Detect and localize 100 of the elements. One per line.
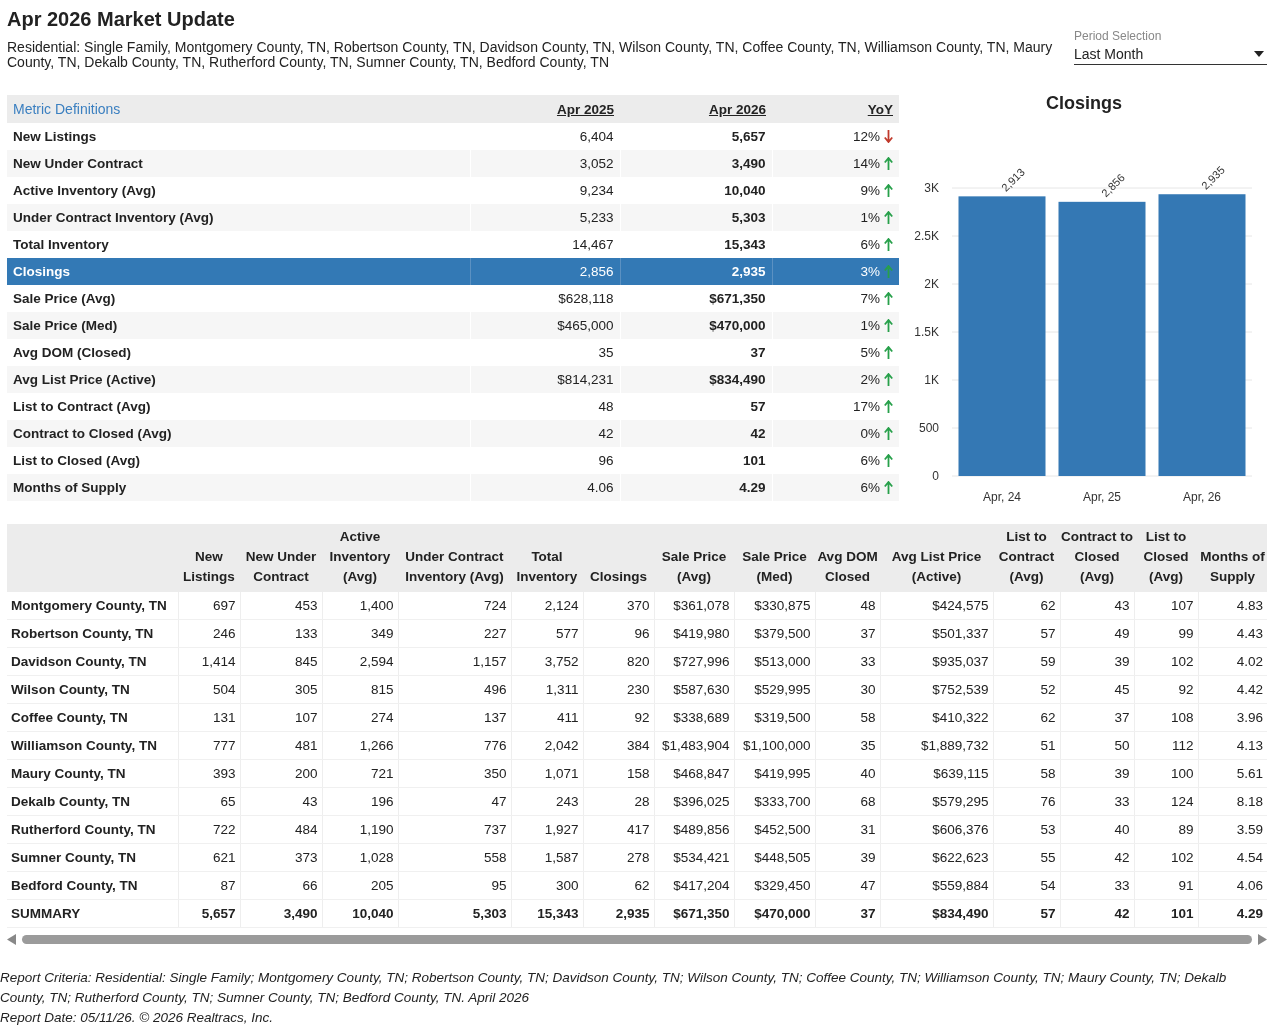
table-cell: 577 — [511, 619, 583, 648]
table-cell: 4.13 — [1198, 731, 1267, 760]
table-cell: $452,500 — [734, 815, 815, 844]
table-cell: 227 — [398, 619, 511, 648]
scroll-left-icon[interactable] — [7, 933, 16, 945]
table-cell: 30 — [815, 675, 880, 704]
table-cell: 4.29 — [1198, 899, 1267, 928]
table-cell: 33 — [815, 647, 880, 676]
table-cell: 43 — [240, 787, 322, 816]
table-cell: 48 — [815, 592, 880, 620]
table-cell: 108 — [1134, 703, 1198, 732]
table-cell: $424,575 — [880, 592, 993, 620]
column-header: List to Contract (Avg) — [993, 524, 1060, 592]
table-cell: 1,266 — [322, 731, 398, 760]
metric-row[interactable]: Sale Price (Med) $465,000 $470,000 1% — [7, 312, 899, 339]
table-cell: 92 — [583, 703, 654, 732]
table-cell: 53 — [993, 815, 1060, 844]
table-cell: 246 — [178, 619, 240, 648]
table-cell: 5.61 — [1198, 759, 1267, 788]
caret-icon — [1254, 51, 1264, 57]
table-cell: 54 — [993, 871, 1060, 900]
bar[interactable] — [1158, 194, 1246, 476]
yoy-value: 12% — [852, 128, 880, 145]
period-dropdown[interactable]: Last Month — [1074, 43, 1267, 65]
yoy-value: 9% — [860, 182, 880, 199]
summary-label: SUMMARY — [7, 899, 178, 928]
table-cell: 2,856 — [470, 258, 620, 285]
table-cell: 3,752 — [511, 647, 583, 676]
table-cell: 4.83 — [1198, 592, 1267, 620]
table-cell: 697 — [178, 592, 240, 620]
table-cell: 37 — [815, 899, 880, 928]
table-cell: 51 — [993, 731, 1060, 760]
metric-name: New Under Contract — [7, 150, 470, 177]
table-cell: 33 — [1060, 871, 1134, 900]
table-cell: 3.96 — [1198, 703, 1267, 732]
table-cell: 33 — [1060, 787, 1134, 816]
metric-row[interactable]: Closings 2,856 2,935 3% — [7, 258, 899, 285]
table-cell: 453 — [240, 592, 322, 620]
metric-name: Months of Supply — [7, 474, 470, 501]
table-cell: 42 — [620, 420, 772, 447]
column-header: Total Inventory — [511, 524, 583, 592]
table-cell: 42 — [1060, 899, 1134, 928]
table-cell: 777 — [178, 731, 240, 760]
table-cell: 65 — [178, 787, 240, 816]
bar[interactable] — [958, 196, 1046, 476]
table-cell: 87 — [178, 871, 240, 900]
table-cell: 815 — [322, 675, 398, 704]
table-cell: 8.18 — [1198, 787, 1267, 816]
table-cell: $1,889,732 — [880, 731, 993, 760]
axis-label: 0 — [932, 469, 939, 483]
metric-row[interactable]: Avg List Price (Active) $814,231 $834,490 2% — [7, 366, 899, 393]
metric-definitions-link[interactable]: Metric Definitions — [13, 101, 121, 117]
table-cell: 4.29 — [620, 474, 772, 501]
table-cell: $465,000 — [470, 312, 620, 339]
table-cell: $468,847 — [654, 759, 734, 788]
scroll-right-icon[interactable] — [1258, 933, 1267, 945]
column-header: Avg DOM Closed — [815, 524, 880, 592]
county-name: Davidson County, TN — [7, 647, 178, 676]
table-cell: 68 — [815, 787, 880, 816]
bar[interactable] — [1058, 201, 1146, 476]
table-cell: 5,233 — [470, 204, 620, 231]
table-cell: 137 — [398, 703, 511, 732]
table-cell: 45 — [1060, 675, 1134, 704]
axis-label: 3K — [924, 181, 939, 195]
table-cell: 42 — [1060, 843, 1134, 872]
county-name: Rutherford County, TN — [7, 815, 178, 844]
table-cell: 721 — [322, 759, 398, 788]
county-name: Williamson County, TN — [7, 731, 178, 760]
table-cell: 47 — [398, 787, 511, 816]
county-name: Robertson County, TN — [7, 619, 178, 648]
table-cell: $1,100,000 — [734, 731, 815, 760]
table-cell: 737 — [398, 815, 511, 844]
yoy-value: 5% — [860, 344, 880, 361]
table-cell: $935,037 — [880, 647, 993, 676]
metric-row[interactable]: Under Contract Inventory (Avg) 5,233 5,303 1% — [7, 204, 899, 231]
table-cell: 4.43 — [1198, 619, 1267, 648]
table-cell: 1,400 — [322, 592, 398, 620]
table-cell: $396,025 — [654, 787, 734, 816]
report-date: Report Date: 05/11/26. © 2026 Realtracs, Inc. — [0, 1009, 275, 1027]
scrollbar-thumb[interactable] — [22, 934, 1252, 944]
table-cell: 35 — [815, 731, 880, 760]
table-cell: 92 — [1134, 675, 1198, 704]
table-cell: $639,115 — [880, 759, 993, 788]
metric-row[interactable]: Months of Supply 4.06 4.29 6% — [7, 474, 899, 501]
yoy-value: 7% — [860, 290, 880, 307]
table-cell: 4.02 — [1198, 647, 1267, 676]
table-cell: 31 — [815, 815, 880, 844]
table-cell: $333,700 — [734, 787, 815, 816]
table-cell: 39 — [815, 843, 880, 872]
table-cell: 776 — [398, 731, 511, 760]
metric-row[interactable]: New Under Contract 3,052 3,490 14% — [7, 150, 899, 177]
table-cell: $727,996 — [654, 647, 734, 676]
metric-row[interactable]: Contract to Closed (Avg) 42 42 0% — [7, 420, 899, 447]
column-header: Sale Price (Avg) — [654, 524, 734, 592]
table-cell: 196 — [322, 787, 398, 816]
column-header[interactable]: YoY — [867, 101, 893, 117]
metric-name: Avg List Price (Active) — [7, 366, 470, 393]
table-cell: 28 — [583, 787, 654, 816]
county-name: Coffee County, TN — [7, 703, 178, 732]
table-cell: $470,000 — [620, 312, 772, 339]
